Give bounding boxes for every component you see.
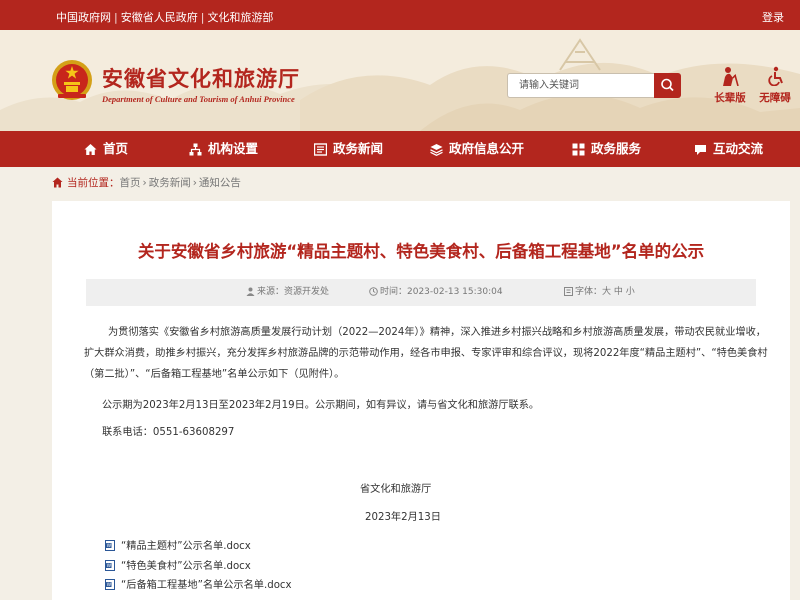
main-nav: 首页 机构设置 政务新闻 政府信息公开 政务服务 互动交流: [0, 131, 800, 167]
site-subtitle: Department of Culture and Tourism of Anh…: [102, 94, 295, 104]
article-paragraph-1: 为贯彻落实《安徽省乡村旅游高质量发展行动计划（2022—2024年）》精神，深入…: [84, 327, 768, 380]
nav-item-label: 政府信息公开: [449, 141, 525, 156]
nav-item-org[interactable]: 机构设置: [189, 131, 258, 167]
article-signature: 省文化和旅游厅: [360, 484, 432, 495]
meta-font-size: 字体：大 中 小: [564, 279, 635, 306]
breadcrumb-label: 当前位置：: [67, 177, 120, 189]
time-text: 时间：2023-02-13 15:30:04: [380, 287, 503, 297]
nav-item-services[interactable]: 政务服务: [572, 131, 641, 167]
top-links: 中国政府网 | 安徽省人民政府 | 文化和旅游部: [56, 11, 274, 24]
elder-icon: [723, 67, 739, 86]
link-mct[interactable]: 文化和旅游部: [207, 11, 273, 24]
breadcrumb-notices[interactable]: 通知公告: [199, 177, 241, 189]
wheelchair-icon: [768, 66, 783, 86]
link-gov-cn[interactable]: 中国政府网: [56, 11, 111, 24]
nav-item-info-public[interactable]: 政府信息公开: [430, 131, 524, 167]
nav-item-label: 机构设置: [208, 141, 259, 156]
link-anhui-gov[interactable]: 安徽省人民政府: [121, 11, 198, 24]
user-icon: [246, 287, 255, 296]
font-size-icon: [564, 287, 573, 296]
nav-item-interact[interactable]: 互动交流: [694, 131, 763, 167]
attachment-link-2[interactable]: W “特色美食村”公示名单.docx: [105, 557, 251, 572]
search-input[interactable]: [507, 73, 654, 98]
attachment-name: “特色美食村”公示名单.docx: [121, 561, 251, 572]
article-title: 关于安徽省乡村旅游“精品主题村、特色美食村、后备箱工程基地”名单的公示: [137, 242, 705, 261]
attachment-link-3[interactable]: W “后备箱工程基地”名单公示名单.docx: [105, 576, 292, 591]
nav-item-label: 政务新闻: [333, 141, 384, 156]
national-emblem-icon: [52, 60, 92, 100]
chat-icon: [695, 145, 706, 155]
login-link[interactable]: 登录: [762, 9, 784, 25]
elder-mode-button[interactable]: 长辈版: [708, 66, 752, 105]
accessibility-label: 无障碍: [759, 92, 791, 104]
word-doc-icon: W: [105, 579, 115, 590]
article-meta: 来源：资源开发处 时间：2023-02-13 15:30:04 字体：大 中 小: [86, 279, 756, 306]
word-doc-icon: W: [105, 560, 115, 571]
article-paragraph-2: 公示期为2023年2月13日至2023年2月19日。公示期间，如有异议，请与省文…: [102, 400, 540, 411]
source-text: 来源：资源开发处: [257, 287, 330, 297]
nav-item-news[interactable]: 政务新闻: [313, 131, 384, 167]
breadcrumb: 当前位置：首页 › 政务新闻 › 通知公告: [52, 175, 241, 193]
top-bar: 中国政府网 | 安徽省人民政府 | 文化和旅游部 登录: [0, 0, 800, 30]
clock-icon: [369, 287, 378, 296]
org-icon: [189, 143, 202, 156]
svg-text:W: W: [107, 563, 112, 569]
service-icon: [572, 143, 585, 156]
attachment-name: “后备箱工程基地”名单公示名单.docx: [121, 580, 292, 591]
nav-item-label: 互动交流: [713, 141, 764, 156]
nav-item-home[interactable]: 首页: [84, 131, 128, 167]
search-icon: [661, 78, 674, 92]
breadcrumb-home[interactable]: 首页: [120, 177, 141, 189]
svg-text:W: W: [107, 582, 112, 588]
article-panel: 关于安徽省乡村旅游“精品主题村、特色美食村、后备箱工程基地”名单的公示 来源：资…: [52, 201, 790, 600]
site-header: 安徽省文化和旅游厅 Department of Culture and Tour…: [0, 30, 800, 131]
search-button[interactable]: [654, 73, 681, 98]
nav-item-label: 政务服务: [591, 141, 642, 156]
elder-mode-label: 长辈版: [714, 92, 746, 104]
accessibility-button[interactable]: 无障碍: [753, 66, 797, 105]
font-size-control[interactable]: 字体：大 中 小: [575, 287, 635, 297]
nav-item-label: 首页: [103, 141, 129, 156]
svg-text:W: W: [107, 543, 112, 549]
home-icon: [84, 144, 97, 155]
meta-time: 时间：2023-02-13 15:30:04: [369, 279, 503, 306]
breadcrumb-news[interactable]: 政务新闻: [149, 177, 191, 189]
meta-source: 来源：资源开发处: [246, 279, 329, 306]
attachment-link-1[interactable]: W “精品主题村”公示名单.docx: [105, 537, 251, 552]
news-icon: [313, 143, 328, 156]
article-phone: 联系电话：0551-63608297: [102, 427, 235, 438]
word-doc-icon: W: [105, 540, 115, 551]
site-title[interactable]: 安徽省文化和旅游厅: [102, 63, 300, 93]
attachment-name: “精品主题村”公示名单.docx: [121, 541, 251, 552]
article-date: 2023年2月13日: [365, 512, 441, 523]
home-location-icon: [52, 177, 63, 188]
layers-icon: [430, 144, 443, 156]
